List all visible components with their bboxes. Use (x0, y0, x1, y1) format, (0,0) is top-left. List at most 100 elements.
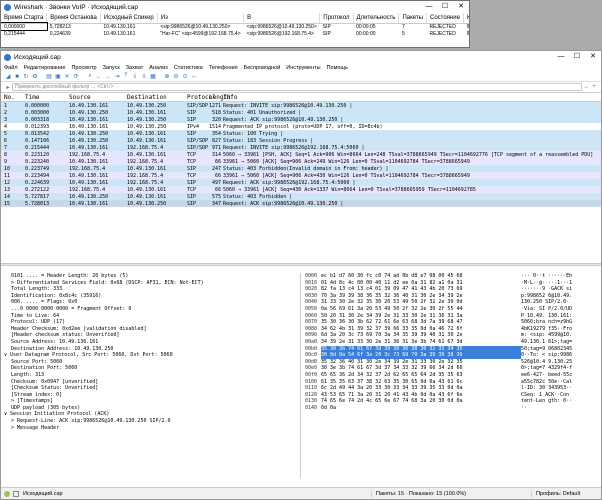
detail-line[interactable]: Total Length: 333 (1, 286, 300, 293)
detail-line[interactable]: Source Address: 10.49.130.161 (1, 339, 300, 346)
detail-line[interactable]: [Stream index: 0] (1, 392, 300, 399)
menu-item[interactable]: Редактирование (24, 65, 66, 71)
byte-ascii[interactable]: P 10.49. 130.161: (521, 313, 591, 320)
byte-hex[interactable]: 6d 3a 20 3c 73 69 70 3a 34 35 39 39 40 3… (321, 332, 521, 339)
byte-hex[interactable]: 35 30 36 30 3b 62 72 61 6e 63 68 3d 7a 3… (321, 319, 521, 326)
find-icon[interactable]: ⌕ (86, 73, 94, 81)
detail-line[interactable]: 0101 .... = Header Length: 20 bytes (5) (1, 273, 300, 280)
byte-hex[interactable]: 30 0d 0a 54 6f 3a 20 3c 73 69 70 3a 39 3… (321, 352, 521, 359)
forward-arrow-icon[interactable]: → (104, 73, 112, 81)
byte-hex[interactable]: 50 20 31 30 2e 34 39 2e 31 33 30 2e 31 3… (321, 313, 521, 320)
calls-column-header[interactable]: Протокол (319, 13, 354, 24)
detail-line[interactable]: [Checksum Status: Unverified] (1, 385, 300, 392)
byte-hex[interactable]: 35 32 36 40 31 30 2e 34 39 2e 31 33 30 2… (321, 359, 521, 366)
packet-column-header[interactable]: Destination (127, 94, 187, 101)
packet-row[interactable]: 2 0.003000 10.49.130.250 10.49.130.161 SIP 51… (1, 109, 601, 116)
byte-hex[interactable]: 65 65 36 2d 34 32 37 2d 62 65 65 64 2d 3… (321, 372, 521, 379)
byte-ascii[interactable]: a55c782c 50e··Cal (521, 379, 591, 386)
maximize-icon[interactable]: ☐ (569, 51, 585, 63)
capture-comment-icon[interactable] (13, 490, 19, 497)
byte-hex[interactable]: 0a 56 69 61 3a 20 53 49 50 2f 32 2e 30 2… (321, 306, 521, 313)
byte-ascii[interactable]: ···`0··t ······Eh (521, 273, 591, 280)
stop-icon[interactable]: ■ (13, 73, 21, 81)
calls-column-header[interactable]: Из (157, 13, 245, 24)
byte-ascii[interactable]: 526@10.4 9.130.25 (521, 359, 591, 366)
byte-ascii[interactable]: ·······9 ·GACK si (521, 286, 591, 293)
status-profile[interactable]: Профиль: Default (531, 490, 601, 497)
calls-titlebar[interactable]: Wireshark · Звонки VoIP · Исходящий.cap … (1, 1, 469, 13)
packet-row[interactable]: 1 0.000000 10.49.130.161 10.49.130.250 SIP/S… (1, 102, 601, 109)
minimize-icon[interactable]: — (553, 51, 569, 63)
shark-fin-start-icon[interactable]: ◢ (4, 73, 12, 81)
menu-item[interactable]: Статистика (174, 65, 203, 71)
open-folder-icon[interactable]: ▤ (45, 73, 53, 81)
byte-hex[interactable]: 0d 0a (321, 405, 521, 412)
byte-ascii[interactable]: 50;tag=9 06802345 (521, 346, 591, 353)
detail-line[interactable]: 000. .... = Flags: 0x0 (1, 299, 300, 306)
packet-bytes-pane[interactable]: 0000 ec b1 d7 60 30 fc c0 74 ad 0b d8 e7 … (303, 273, 601, 478)
back-arrow-icon[interactable]: ← (95, 73, 103, 81)
packet-list-header[interactable]: No. Time Source Destination Protocol Length In… (1, 94, 601, 102)
minimize-icon[interactable]: — (421, 1, 437, 13)
byte-ascii[interactable]: ·M·L··@· ···1···1 (521, 280, 591, 287)
pane-splitter[interactable] (1, 263, 601, 266)
packet-row[interactable]: 6 0.147106 10.49.130.250 10.49.130.161 SIP/S… (1, 137, 601, 144)
packet-row[interactable]: 9 0.223240 10.49.130.161 192.168.75.4 TCP 66 3… (1, 158, 601, 165)
calls-column-header[interactable]: Пакеты (398, 13, 427, 24)
packet-column-header[interactable]: Protocol (187, 94, 216, 101)
packet-row[interactable]: 11 0.223494 10.49.130.161 192.168.75.4 TCP 66… (1, 172, 601, 179)
reload-icon[interactable]: ⟳ (72, 73, 80, 81)
autoscroll-icon[interactable]: ≡ (140, 73, 148, 81)
detail-line[interactable]: > [Timestamps] (1, 398, 300, 405)
detail-line[interactable]: ...0 0000 0000 0000 = Fragment Offset: 0 (1, 306, 300, 313)
detail-line[interactable]: Destination Port: 5060 (1, 365, 300, 372)
byte-hex[interactable]: 6c 2d 49 44 3a 20 33 30 33 34 33 39 35 3… (321, 385, 521, 392)
byte-ascii[interactable]: ·Via: SI P/2.0/UD (521, 306, 591, 313)
zoom-reset-icon[interactable]: ⊙ (181, 73, 189, 81)
detail-line[interactable]: ∨ User Datagram Protocol, Src Port: 5060… (1, 352, 300, 359)
calls-column-header[interactable]: Время Старта (1, 13, 48, 24)
byte-ascii[interactable]: 130.250 SIP/2.0· (521, 299, 591, 306)
packet-column-header[interactable]: No. (1, 94, 25, 101)
detail-line[interactable]: ∨ Session Initiation Protocol (ACK) (1, 411, 300, 418)
menu-item[interactable]: Просмотр (71, 65, 96, 71)
packet-row[interactable]: 10 0.223749 192.168.75.4 10.49.130.161 SIP 24… (1, 165, 601, 172)
packet-row[interactable]: 13 0.272122 192.168.75.4 10.49.130.161 TCP 66… (1, 186, 601, 193)
packet-row[interactable]: 3 0.003318 10.49.130.161 10.49.130.250 SIP 32… (1, 116, 601, 123)
byte-ascii[interactable]: 4bK19279 f35··Fro (521, 326, 591, 333)
detail-line[interactable]: Time to Live: 64 (1, 313, 300, 320)
main-titlebar[interactable]: Исходящий.cap — ☐ ✕ (1, 51, 601, 63)
packet-column-header[interactable]: Time (25, 94, 69, 101)
byte-hex[interactable]: 34 39 2e 31 33 30 2e 31 36 31 3e 3b 74 6… (321, 339, 521, 346)
byte-ascii[interactable]: 0>;tag=7 4329f4-f (521, 365, 591, 372)
add-filter-plus-icon[interactable]: + (590, 84, 598, 90)
zoom-in-icon[interactable]: ⊕ (163, 73, 171, 81)
calls-column-header[interactable]: В (243, 13, 321, 24)
detail-line[interactable]: UDP payload (305 bytes) (1, 405, 300, 412)
byte-ascii[interactable]: 5060;bra nch=z9hG (521, 319, 591, 326)
calls-column-header[interactable]: Длительность (353, 13, 400, 24)
packet-list[interactable]: No. Time Source Destination Protocol Length In… (1, 94, 601, 259)
close-icon[interactable]: ✕ (585, 51, 601, 63)
packet-row[interactable]: 8 0.223120 192.168.75.4 10.49.130.161 TCP 314… (1, 151, 601, 158)
packet-row[interactable]: 7 0.215444 10.49.130.161 192.168.75.4 SIP/SD… (1, 144, 601, 151)
packet-details-pane[interactable]: 0101 .... = Header Length: 20 bytes (5) >… (1, 273, 301, 478)
byte-ascii[interactable]: p:998652 6@10.49. (521, 293, 591, 300)
packet-row[interactable]: 14 5.727817 10.49.130.250 10.49.130.161 SIP 5… (1, 193, 601, 200)
calls-table-row[interactable]: 0,215444 0,224639 10.49.130.161 "Har-FC" <s… (1, 30, 469, 37)
byte-ascii[interactable]: m: <sip: 4599@10. (521, 332, 591, 339)
packet-row[interactable]: 15 5.728013 10.49.130.161 10.49.130.250 SIP 3… (1, 200, 601, 207)
menu-item[interactable]: Файл (4, 65, 18, 71)
options-gear-icon[interactable]: ⚙ (31, 73, 39, 81)
byte-hex[interactable]: 35 30 3b 74 61 67 3d 39 30 36 38 30 32 3… (321, 345, 521, 353)
detail-line[interactable]: Protocol: UDP (17) (1, 319, 300, 326)
detail-line[interactable]: > Message Header (1, 425, 300, 432)
first-packet-icon[interactable]: ⤒ (122, 73, 130, 81)
display-filter-input[interactable]: Применить дисплейный фильтр … <Ctrl-/> (12, 83, 582, 91)
byte-hex[interactable]: 70 3a 39 39 38 36 35 32 36 40 31 30 2e 3… (321, 293, 521, 300)
detail-line[interactable]: > Request-Line: ACK sip:9986526@10.49.13… (1, 418, 300, 425)
last-packet-icon[interactable]: ⤓ (131, 73, 139, 81)
calls-column-header[interactable]: Исходный Спикер (100, 13, 158, 24)
apply-filter-arrow-icon[interactable]: → (582, 84, 590, 90)
menu-item[interactable]: Захват (126, 65, 143, 71)
